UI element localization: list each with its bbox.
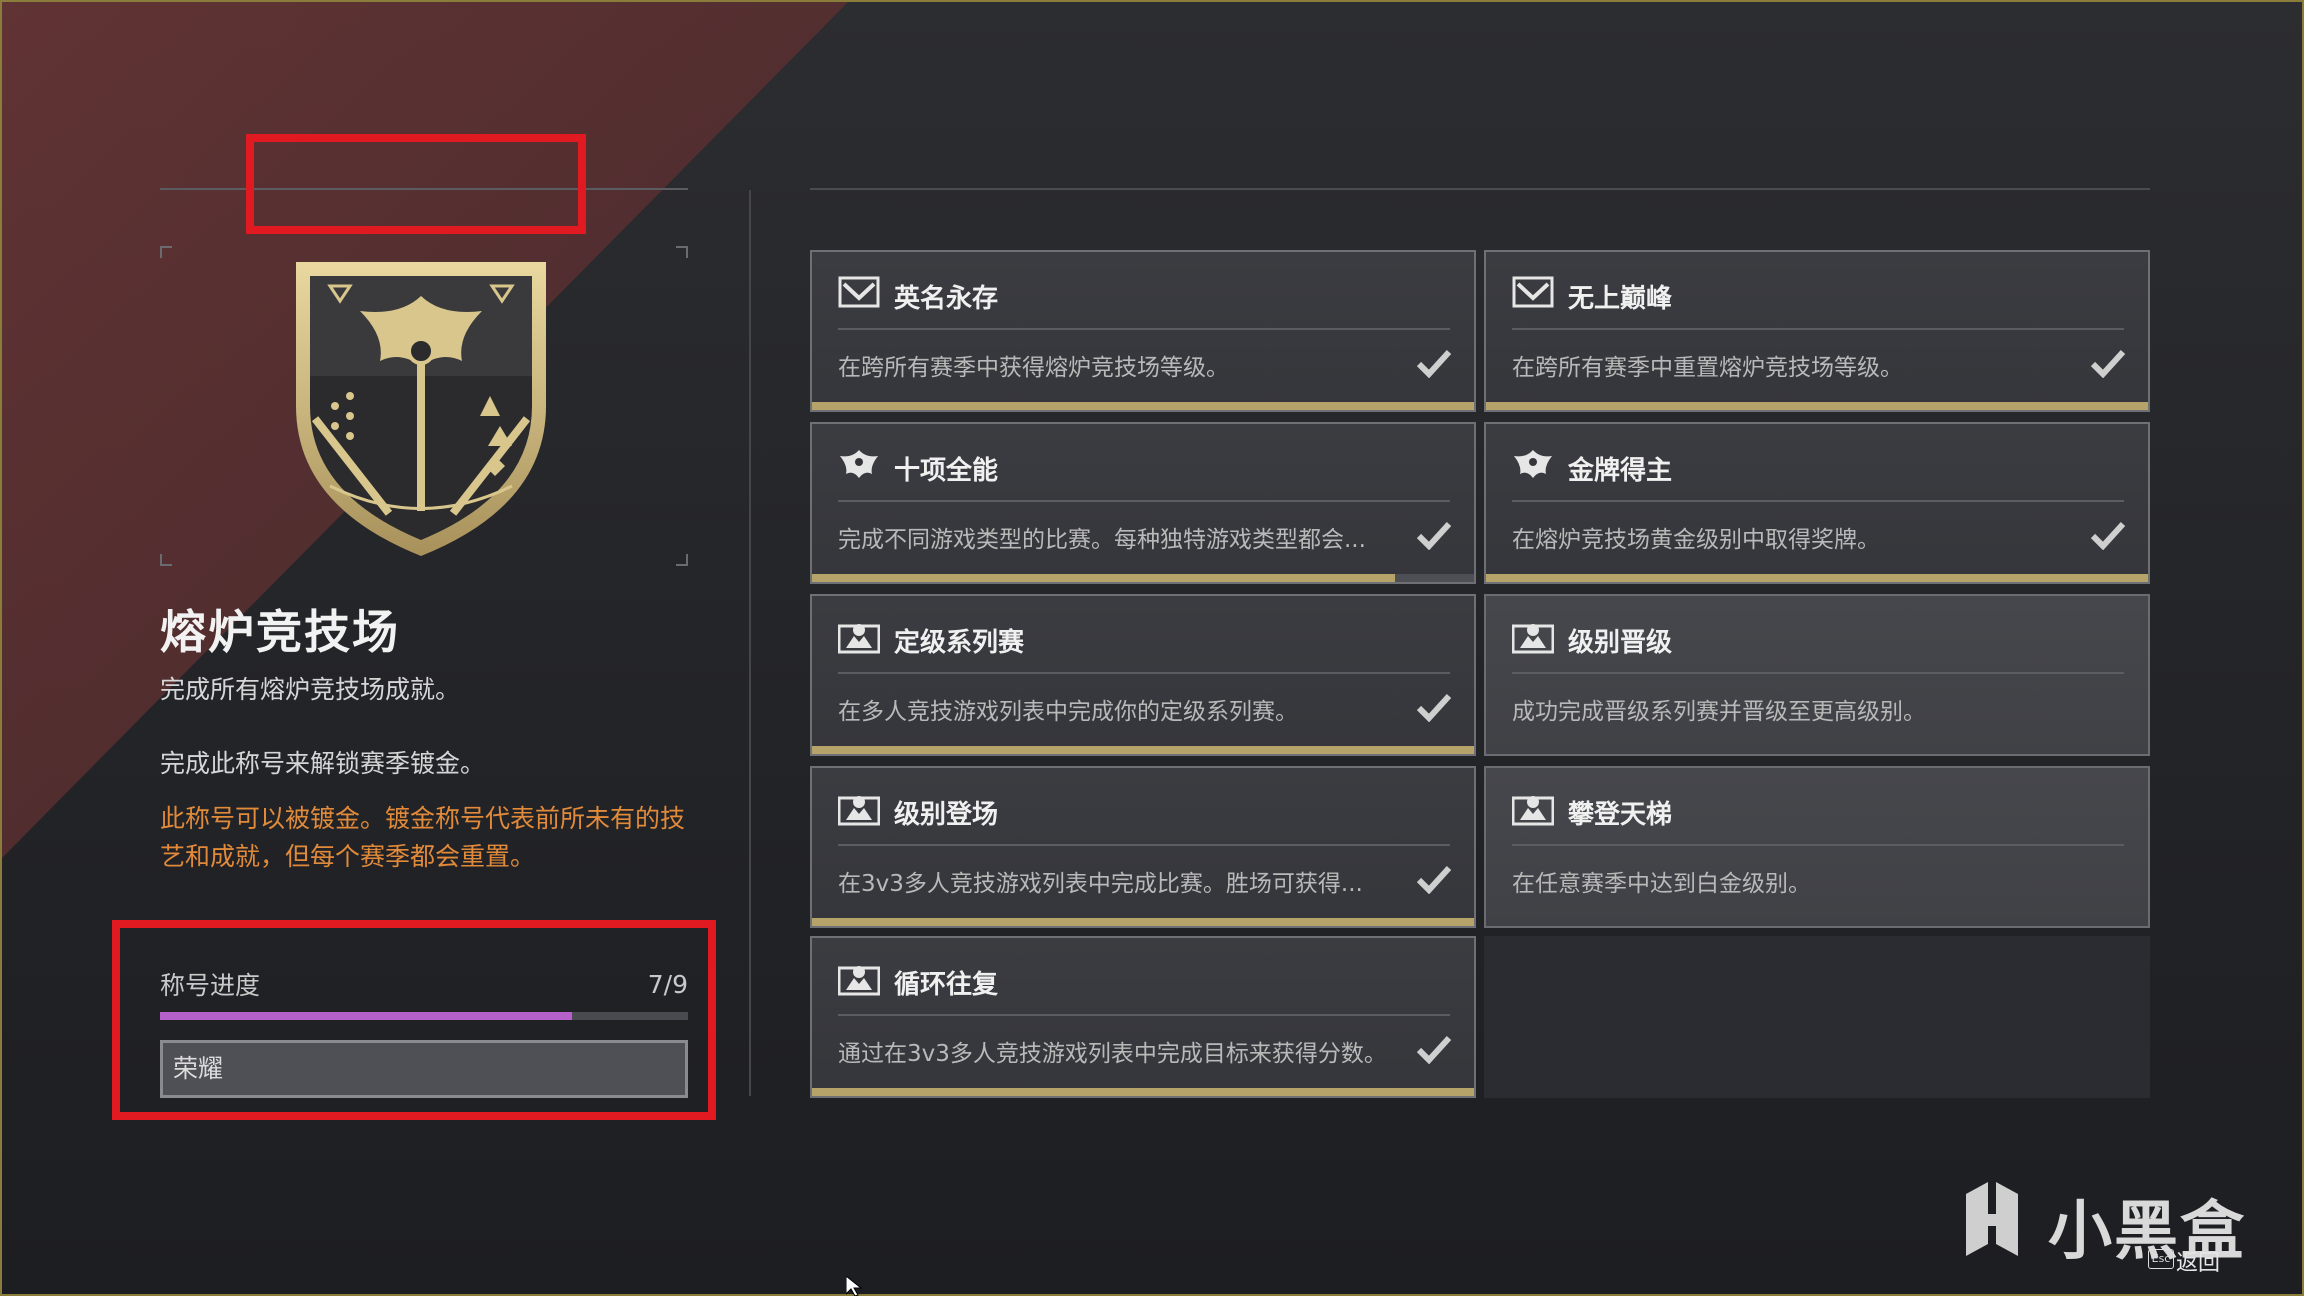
checkmark-icon bbox=[1416, 692, 1452, 723]
triumph-progress-fill bbox=[812, 746, 1474, 754]
triumph-title: 金牌得主 bbox=[1568, 456, 1673, 486]
eagle-icon bbox=[838, 446, 880, 484]
title-text-field[interactable]: 荣耀 bbox=[160, 1040, 688, 1098]
xiaoheihe-logo-icon bbox=[1966, 1182, 2018, 1256]
title-progress-label: 称号进度 bbox=[160, 971, 261, 1000]
back-button[interactable]: 返回 bbox=[2176, 1245, 2220, 1277]
triumph-progress-fill bbox=[1486, 402, 2148, 410]
triumph-card[interactable]: 十项全能完成不同游戏类型的比赛。每种独特游戏类型都会... bbox=[810, 422, 1476, 584]
title-description: 完成所有熔炉竞技场成就。 bbox=[160, 675, 461, 704]
triumph-progress-fill bbox=[812, 918, 1474, 926]
gild-info-text: 完成此称号来解锁赛季镀金。 bbox=[160, 749, 486, 778]
triumph-description: 在多人竞技游戏列表中完成你的定级系列赛。 bbox=[838, 699, 1298, 725]
mouse-cursor-icon bbox=[846, 1276, 863, 1296]
triumph-title: 级别登场 bbox=[894, 800, 999, 830]
triumph-card[interactable]: 循环往复通过在3v3多人竞技游戏列表中完成目标来获得分数。 bbox=[810, 936, 1476, 1098]
triumph-card[interactable]: 级别晋级成功完成晋级系列赛并晋级至更高级别。 bbox=[1484, 594, 2150, 756]
triumph-progress-fill bbox=[812, 574, 1395, 582]
triumph-description: 完成不同游戏类型的比赛。每种独特游戏类型都会... bbox=[838, 527, 1366, 553]
panel-divider bbox=[749, 190, 751, 1096]
competitive-icon bbox=[837, 960, 881, 998]
triumph-title: 循环往复 bbox=[894, 970, 999, 1000]
triumph-card[interactable]: 金牌得主在熔炉竞技场黄金级别中取得奖牌。 bbox=[1484, 422, 2150, 584]
gild-note-text: 此称号可以被镀金。镀金称号代表前所未有的技艺和成就，但每个赛季都会重置。 bbox=[160, 804, 686, 871]
title-progress-fill bbox=[160, 1012, 572, 1020]
triumph-title: 无上巅峰 bbox=[1568, 284, 1673, 314]
triumph-progress-fill bbox=[812, 402, 1474, 410]
triumph-divider bbox=[838, 500, 1450, 502]
empty-triumph-slot bbox=[1484, 936, 2150, 1098]
triumph-progress-fill bbox=[1486, 574, 2148, 582]
triumph-card[interactable]: 攀登天梯在任意赛季中达到白金级别。 bbox=[1484, 766, 2150, 928]
checkmark-icon bbox=[1416, 1034, 1452, 1065]
triumph-card[interactable]: 无上巅峰在跨所有赛季中重置熔炉竞技场等级。 bbox=[1484, 250, 2150, 412]
title-progress-bar bbox=[160, 1012, 688, 1020]
triumph-description: 成功完成晋级系列赛并晋级至更高级别。 bbox=[1512, 699, 1926, 725]
triumph-description: 通过在3v3多人竞技游戏列表中完成目标来获得分数。 bbox=[838, 1041, 1387, 1067]
competitive-icon bbox=[837, 618, 881, 656]
title-name: 熔炉竞技场 bbox=[160, 605, 400, 659]
triumph-title: 十项全能 bbox=[894, 456, 999, 486]
competitive-icon bbox=[837, 790, 881, 828]
competitive-icon bbox=[1511, 790, 1555, 828]
triumph-description: 在跨所有赛季中重置熔炉竞技场等级。 bbox=[1512, 355, 1903, 381]
triumph-card[interactable]: 英名永存在跨所有赛季中获得熔炉竞技场等级。 bbox=[810, 250, 1476, 412]
triumph-title: 级别晋级 bbox=[1568, 628, 1673, 658]
triumph-divider bbox=[838, 844, 1450, 846]
triumph-progress-fill bbox=[812, 1088, 1474, 1096]
triumph-description: 在3v3多人竞技游戏列表中完成比赛。胜场可获得... bbox=[838, 871, 1363, 897]
title-progress-count: 7/9 bbox=[647, 970, 688, 999]
triumph-description: 在跨所有赛季中获得熔炉竞技场等级。 bbox=[838, 355, 1229, 381]
checkmark-icon bbox=[2090, 348, 2126, 379]
triumph-title: 定级系列赛 bbox=[894, 628, 1025, 658]
grid-top-rule bbox=[810, 188, 2150, 190]
triumph-card[interactable]: 定级系列赛在多人竞技游戏列表中完成你的定级系列赛。 bbox=[810, 594, 1476, 756]
triumph-divider bbox=[1512, 328, 2124, 330]
highlight-box-top bbox=[246, 134, 586, 234]
checkmark-icon bbox=[2090, 520, 2126, 551]
checkmark-icon bbox=[1416, 520, 1452, 551]
chevron-emblem-icon bbox=[838, 274, 880, 312]
triumph-divider bbox=[1512, 672, 2124, 674]
crucible-shield-emblem-icon bbox=[296, 262, 546, 556]
triumph-divider bbox=[1512, 844, 2124, 846]
triumph-description: 在任意赛季中达到白金级别。 bbox=[1512, 871, 1811, 897]
title-emblem-frame bbox=[160, 246, 688, 566]
chevron-emblem-icon bbox=[1512, 274, 1554, 312]
triumph-description: 在熔炉竞技场黄金级别中取得奖牌。 bbox=[1512, 527, 1880, 553]
triumph-title: 英名永存 bbox=[894, 284, 999, 314]
triumph-divider bbox=[1512, 500, 2124, 502]
eagle-icon bbox=[1512, 446, 1554, 484]
competitive-icon bbox=[1511, 618, 1555, 656]
triumph-divider bbox=[838, 672, 1450, 674]
esc-key-icon: Esc bbox=[2148, 1249, 2174, 1269]
checkmark-icon bbox=[1416, 348, 1452, 379]
triumph-title: 攀登天梯 bbox=[1568, 800, 1673, 830]
triumph-divider bbox=[838, 328, 1450, 330]
triumph-divider bbox=[838, 1014, 1450, 1016]
triumph-card[interactable]: 级别登场在3v3多人竞技游戏列表中完成比赛。胜场可获得... bbox=[810, 766, 1476, 928]
checkmark-icon bbox=[1416, 864, 1452, 895]
